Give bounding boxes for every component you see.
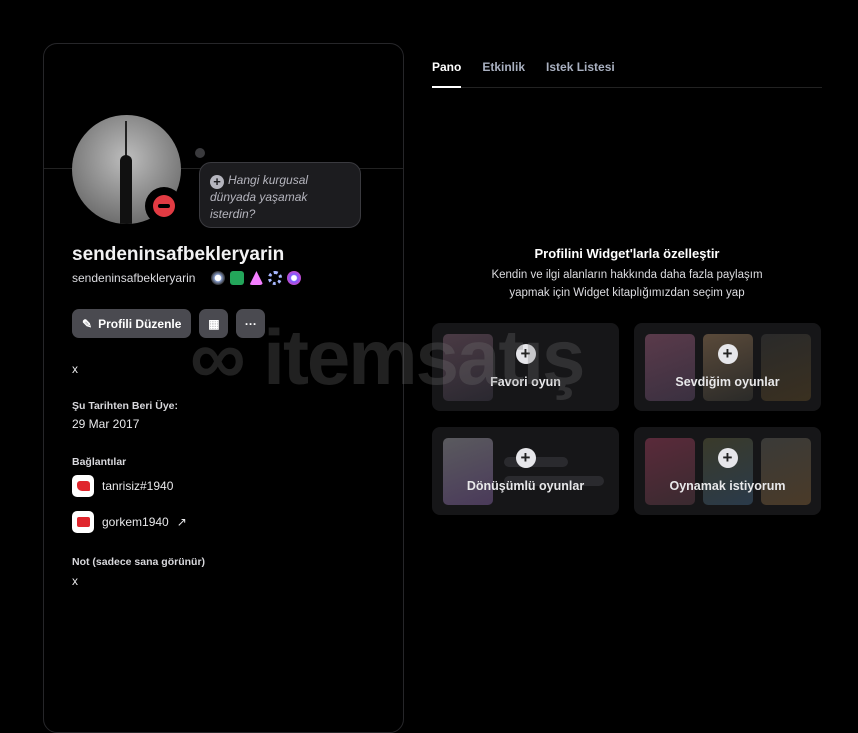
username-row: sendeninsafbekleryarin: [72, 271, 302, 285]
edit-profile-label: Profili Düzenle: [98, 316, 182, 331]
plus-icon: +: [717, 344, 738, 364]
people-icon: ▦: [208, 316, 220, 331]
widgets-subtitle-2: yapmak için Widget kitaplığımızdan seçim…: [509, 287, 745, 299]
widget-loved-games[interactable]: + Sevdiğim oyunlar: [634, 323, 821, 411]
triangle-badge-icon[interactable]: [249, 271, 264, 285]
nitro-badge-icon[interactable]: [211, 271, 226, 285]
connections-label: Bağlantılar: [72, 456, 127, 468]
widget-label: Dönüşümlü oyunlar: [466, 479, 585, 493]
widget-rotation-games[interactable]: + Dönüşümlü oyunlar: [432, 427, 619, 515]
plus-icon: +: [515, 344, 536, 364]
tab-istek-listesi[interactable]: Istek Listesi: [546, 60, 615, 88]
more-button[interactable]: ···: [236, 309, 266, 338]
widgets-subtitle-1: Kendin ve ilgi alanların hakkında daha f…: [491, 269, 763, 281]
laurel-badge-icon[interactable]: [268, 271, 283, 285]
tab-pano[interactable]: Pano: [432, 60, 462, 88]
dev-badge-icon[interactable]: [230, 271, 245, 285]
connection-youtube[interactable]: gorkem1940 ↗: [72, 511, 187, 533]
widgets-title: Profilini Widget'larla özelleştir: [534, 246, 720, 261]
ellipsis-icon: ···: [244, 316, 257, 331]
friends-button[interactable]: ▦: [199, 309, 229, 338]
connection-riot[interactable]: tanrisiz#1940: [72, 475, 173, 497]
display-name: sendeninsafbekleryarin: [72, 244, 285, 265]
member-since-date: 29 Mar 2017: [72, 417, 140, 431]
member-since-label: Şu Tarihten Beri Üye:: [72, 400, 178, 412]
external-link-icon: ↗: [176, 515, 187, 529]
bio: x: [72, 362, 78, 376]
quest-badge-icon[interactable]: [287, 271, 302, 285]
profile-tabs: Pano Etkinlik Istek Listesi: [432, 60, 822, 88]
note-label: Not (sadece sana görünür): [72, 556, 206, 568]
username: sendeninsafbekleryarin: [72, 271, 196, 285]
note-input[interactable]: x: [72, 574, 78, 588]
status-dnd-icon: [145, 187, 183, 225]
youtube-icon: [72, 511, 94, 533]
widget-want-to-play[interactable]: + Oynamak istiyorum: [634, 427, 821, 515]
widget-label: Favori oyun: [490, 375, 561, 389]
plus-icon: +: [515, 448, 536, 468]
widget-favorite-game[interactable]: + Favori oyun: [432, 323, 619, 411]
edit-profile-button[interactable]: ✎ Profili Düzenle: [72, 309, 192, 338]
riot-icon: [72, 475, 94, 497]
bubble-dot: [195, 148, 205, 158]
custom-status-bubble[interactable]: + Hangi kurgusal dünyada yaşamak isterdin…: [199, 162, 361, 228]
bubble-text: Hangi kurgusal dünyada yaşamak isterdin?: [210, 173, 309, 221]
connection-name: tanrisiz#1940: [102, 479, 174, 493]
widget-label: Sevdiğim oyunlar: [675, 375, 780, 389]
profile-panel: + Hangi kurgusal dünyada yaşamak isterdin…: [43, 43, 404, 733]
connection-name: gorkem1940: [102, 515, 169, 529]
tab-etkinlik[interactable]: Etkinlik: [482, 60, 525, 88]
plus-icon: +: [210, 175, 224, 189]
widget-label: Oynamak istiyorum: [669, 479, 786, 493]
pencil-icon: ✎: [82, 316, 93, 331]
plus-icon: +: [717, 448, 738, 468]
